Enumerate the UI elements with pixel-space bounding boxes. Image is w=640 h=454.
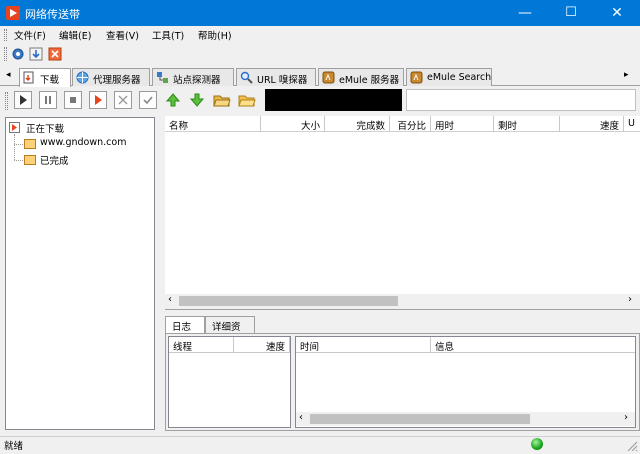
menu-bar <box>0 26 640 44</box>
window-title: 网络传送带 <box>25 8 80 21</box>
address-field-redacted[interactable] <box>265 89 402 111</box>
scroll-right-arrow[interactable]: › <box>628 294 632 305</box>
download-page-icon <box>23 71 36 84</box>
tab-log[interactable]: 日志 <box>165 316 205 334</box>
menu-view[interactable]: 查看(V) <box>106 28 139 42</box>
col-thread[interactable]: 线程 <box>169 337 234 353</box>
message-scroll-thumb[interactable] <box>310 414 530 424</box>
gear-icon[interactable] <box>11 47 25 61</box>
col-percent[interactable]: 百分比 <box>390 116 431 132</box>
download-toolbar-grip <box>5 92 8 110</box>
toolbar-input[interactable] <box>406 89 636 111</box>
col-message[interactable]: 信息 <box>431 337 635 353</box>
tree-item-downloading[interactable]: 正在下载 <box>9 121 64 137</box>
menu-edit[interactable]: 编辑(E) <box>59 28 91 42</box>
tree-connector <box>14 160 23 161</box>
emule-icon <box>322 71 335 84</box>
scroll-left-arrow[interactable]: ‹ <box>168 294 172 305</box>
magnifier-icon <box>240 71 253 84</box>
tree-item-completed[interactable]: 已完成 <box>24 153 69 169</box>
download-page-icon <box>9 122 20 133</box>
pause-button[interactable] <box>39 91 57 109</box>
col-thread-speed[interactable]: 速度 <box>234 337 290 353</box>
tab-emule-search[interactable]: eMule Search <box>406 68 492 86</box>
col-completed[interactable]: 完成数 <box>325 116 390 132</box>
col-remaining[interactable]: 剩时 <box>494 116 560 132</box>
tab-emule-servers[interactable]: eMule 服务器 <box>318 68 404 86</box>
resize-grip-icon[interactable] <box>626 440 638 452</box>
delete-button[interactable] <box>114 91 132 109</box>
download-arrow-icon[interactable] <box>29 47 43 61</box>
tab-site-explorer[interactable]: 站点探测器 <box>152 68 234 86</box>
tree-label: 正在下载 <box>26 124 65 135</box>
tab-label: 代理服务器 <box>93 75 141 86</box>
tab-download[interactable]: 下载 <box>19 68 71 87</box>
close-button[interactable]: ✕ <box>594 0 640 26</box>
status-bar <box>0 436 640 452</box>
move-up-icon[interactable] <box>165 92 181 108</box>
minimize-button[interactable]: — <box>502 0 548 26</box>
col-u[interactable]: U <box>624 116 640 132</box>
col-time[interactable]: 时间 <box>296 337 431 353</box>
toolbar-grip <box>4 47 7 61</box>
col-name[interactable]: 名称 <box>165 116 261 132</box>
menu-tools[interactable]: 工具(T) <box>152 28 184 42</box>
tree-connector <box>14 144 23 145</box>
col-speed[interactable]: 速度 <box>560 116 624 132</box>
close-all-icon[interactable] <box>48 47 62 61</box>
check-button[interactable] <box>139 91 157 109</box>
tab-label: eMule Search <box>427 72 492 83</box>
move-down-icon[interactable] <box>189 92 205 108</box>
menubar-grip <box>4 29 7 41</box>
list-scroll-thumb[interactable] <box>179 296 398 306</box>
folder-icon[interactable] <box>238 92 256 108</box>
tab-label: eMule 服务器 <box>339 75 400 86</box>
folder-icon <box>24 155 36 165</box>
tab-scroll-right-icon[interactable]: ▸ <box>624 70 629 80</box>
menu-file[interactable]: 文件(F) <box>14 28 46 42</box>
globe-icon <box>76 71 89 84</box>
col-size[interactable]: 大小 <box>261 116 325 132</box>
scroll-right-arrow[interactable]: › <box>624 412 628 423</box>
splitter[interactable] <box>165 309 640 313</box>
folder-icon <box>24 139 36 149</box>
tree-label: www.gndown.com <box>40 137 127 148</box>
tab-label: URL 嗅探器 <box>257 75 308 86</box>
quick-toolbar <box>0 44 640 64</box>
tree-connector <box>14 134 15 160</box>
maximize-button[interactable]: ☐ <box>548 0 594 26</box>
tab-label: 站点探测器 <box>173 75 221 86</box>
network-icon <box>156 71 169 84</box>
scroll-left-arrow[interactable]: ‹ <box>299 412 303 423</box>
open-folder-icon[interactable] <box>213 92 231 108</box>
schedule-button[interactable] <box>89 91 107 109</box>
tab-proxy-servers[interactable]: 代理服务器 <box>72 68 150 86</box>
col-elapsed[interactable]: 用时 <box>431 116 494 132</box>
download-list[interactable] <box>165 132 640 294</box>
connection-status-icon <box>531 438 543 450</box>
tree-label: 已完成 <box>40 156 69 167</box>
tab-url-sniffer[interactable]: URL 嗅探器 <box>236 68 316 86</box>
stop-button[interactable] <box>64 91 82 109</box>
tab-scroll-left-icon[interactable]: ◂ <box>6 70 11 80</box>
tab-label: 下载 <box>40 75 60 86</box>
emule-icon <box>410 71 423 84</box>
app-logo-icon <box>6 6 20 20</box>
tree-item-gndown[interactable]: www.gndown.com <box>24 137 126 153</box>
tab-details[interactable]: 详细资料 <box>205 316 255 347</box>
status-text: 就绪 <box>4 441 24 452</box>
menu-help[interactable]: 帮助(H) <box>198 28 232 42</box>
start-button[interactable] <box>14 91 32 109</box>
